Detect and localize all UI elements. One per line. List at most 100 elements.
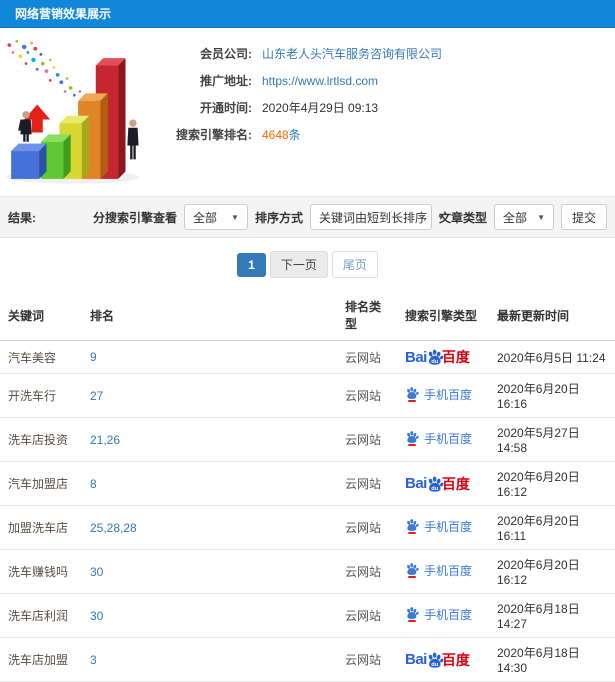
baidu-cn-text: 百度 xyxy=(441,651,470,668)
promo-url-link[interactable]: https://www.lrtlsd.com xyxy=(262,74,378,88)
baidu-cn-text: 百度 xyxy=(441,349,470,365)
engine-cell: Baidu百度 手机百度 xyxy=(397,340,489,374)
businessman-icon xyxy=(127,119,139,160)
pagination: 1 下一页 尾页 xyxy=(0,238,615,290)
baidu-mobile-logo: 手机百度 xyxy=(405,606,472,623)
table-header-row: 关键词 排名 排名类型 搜索引擎类型 最新更新时间 xyxy=(0,290,615,341)
table-row: 加盟洗车店 25,28,28 云网站 Baidu百度 手机百度 2020年6月2… xyxy=(0,505,615,550)
engine-cell: Baidu百度 手机百度 xyxy=(397,505,489,550)
rank-link[interactable]: 9 xyxy=(90,350,97,364)
submit-button[interactable]: 提交 xyxy=(560,204,607,230)
keyword-cell: 加盟洗车店 xyxy=(0,505,82,550)
rank-type-cell: 云网站 xyxy=(337,340,397,374)
results-table-body: 汽车美容 9 云网站 Baidu百度 手机百度 2020年6月5日 11:24 … xyxy=(0,340,615,682)
promo-url-label: 推广地址: xyxy=(200,74,252,88)
company-link[interactable]: 山东老人头汽车服务咨询有限公司 xyxy=(262,45,442,62)
bar-chart-growth-image xyxy=(5,39,140,184)
baidu-paw-icon xyxy=(405,562,419,576)
baidu-red-bar xyxy=(408,400,416,403)
baidu-cn-text: 百度 xyxy=(441,475,470,492)
rank-type-cell: 云网站 xyxy=(337,549,397,594)
result-label: 结果: xyxy=(8,210,36,225)
sort-filter-label: 排序方式 xyxy=(254,210,303,225)
page-title: 网络营销效果展示 xyxy=(0,0,615,28)
article-type-label: 文章类型 xyxy=(438,210,487,225)
updated-cell: 2020年6月20日 16:11 xyxy=(489,505,615,550)
engine-cell: Baidu百度 手机百度 xyxy=(397,417,489,462)
baidu-red-bar xyxy=(408,576,416,579)
table-row: 洗车赚钱吗 30 云网站 Baidu百度 手机百度 2020年6月20日 16:… xyxy=(0,549,615,594)
table-row: 洗车店投资 21,26 云网站 Baidu百度 手机百度 2020年5月27日 … xyxy=(0,417,615,462)
baidu-mobile-label: 手机百度 xyxy=(424,387,473,402)
baidu-mobile-label: 手机百度 xyxy=(424,607,473,622)
search-engine-logo: Baidu百度 手机百度 xyxy=(405,562,472,579)
search-engine-logo: Baidu百度 手机百度 xyxy=(405,606,472,623)
rank-link[interactable]: 21,26 xyxy=(90,433,120,447)
baidu-red-bar xyxy=(408,532,416,535)
rank-link[interactable]: 8 xyxy=(90,477,97,491)
rank-cell: 9 xyxy=(82,340,337,374)
info-row-url: 推广地址: https://www.lrtlsd.com xyxy=(172,67,615,94)
baidu-mobile-logo: 手机百度 xyxy=(405,562,472,579)
rank-link[interactable]: 30 xyxy=(90,609,103,623)
search-engine-logo: Baidu百度 手机百度 xyxy=(405,650,470,670)
rank-link[interactable]: 3 xyxy=(90,653,97,667)
next-page-button[interactable]: 下一页 xyxy=(269,251,328,278)
baidu-pc-logo: Bai du 百度 xyxy=(405,650,470,670)
rank-type-cell: 云网站 xyxy=(337,637,397,682)
search-engine-logo: Baidu百度 手机百度 xyxy=(405,518,472,535)
article-type-select[interactable]: 全部 ▼ xyxy=(493,204,554,230)
bar-blue xyxy=(11,143,47,179)
keyword-cell: 洗车店投资 xyxy=(0,417,82,462)
rank-cell: 25,28,28 xyxy=(82,505,337,550)
rank-type-cell: 云网站 xyxy=(337,417,397,462)
baidu-paw-icon xyxy=(405,518,419,532)
rank-type-cell: 云网站 xyxy=(337,505,397,550)
baidu-mobile-logo: 手机百度 xyxy=(405,430,472,447)
company-label: 会员公司: xyxy=(200,47,252,61)
baidu-mobile-label: 手机百度 xyxy=(424,431,473,446)
rank-type-cell: 云网站 xyxy=(337,593,397,638)
page-button-current[interactable]: 1 xyxy=(237,252,266,277)
last-page-button[interactable]: 尾页 xyxy=(331,251,378,278)
filter-bar: 结果: 分搜索引擎查看 全部 ▼ 排序方式 关键词由短到长排序 ▼ 文章类型 全… xyxy=(0,196,615,238)
keyword-cell: 洗车店加盟 xyxy=(0,637,82,682)
updated-cell: 2020年6月18日 14:30 xyxy=(489,637,615,682)
header-engine-type: 搜索引擎类型 xyxy=(397,290,489,341)
baidu-paw-icon xyxy=(405,386,419,400)
engine-cell: Baidu百度 手机百度 xyxy=(397,461,489,506)
rank-link[interactable]: 27 xyxy=(90,389,103,403)
rank-cell: 21,26 xyxy=(82,417,337,462)
baidu-paw-icon xyxy=(405,606,419,620)
header-updated: 最新更新时间 xyxy=(489,290,615,341)
updated-cell: 2020年6月20日 16:16 xyxy=(489,373,615,418)
rank-cell: 30 xyxy=(82,593,337,638)
search-engine-logo: Baidu百度 手机百度 xyxy=(405,474,470,494)
engine-cell: Baidu百度 手机百度 xyxy=(397,373,489,418)
baidu-mobile-logo: 手机百度 xyxy=(405,518,472,535)
rank-cell: 30 xyxy=(82,549,337,594)
table-row: 洗车店加盟 3 云网站 Baidu百度 手机百度 2020年6月18日 14:3… xyxy=(0,637,615,682)
summary-section: 会员公司: 山东老人头汽车服务咨询有限公司 推广地址: https://www.… xyxy=(0,28,615,192)
rank-count-value: 4648 xyxy=(262,128,289,142)
rank-count-label: 搜索引擎排名: xyxy=(176,128,252,142)
engine-filter-label: 分搜索引擎查看 xyxy=(92,210,177,225)
rank-link[interactable]: 30 xyxy=(90,565,103,579)
rank-type-cell: 云网站 xyxy=(337,461,397,506)
baidu-mobile-label: 手机百度 xyxy=(424,519,473,534)
updated-cell: 2020年6月20日 16:12 xyxy=(489,549,615,594)
baidu-pc-logo: Bai du 百度 xyxy=(405,347,470,367)
engine-cell: Baidu百度 手机百度 xyxy=(397,593,489,638)
sort-filter-select[interactable]: 关键词由短到长排序 ▼ xyxy=(309,204,445,230)
svg-text:du: du xyxy=(431,485,439,491)
header-rank: 排名 xyxy=(82,290,337,341)
rank-cell: 3 xyxy=(82,637,337,682)
search-engine-logo: Baidu百度 手机百度 xyxy=(405,430,472,447)
baidu-bai-text: Bai xyxy=(405,651,427,668)
baidu-mobile-logo: 手机百度 xyxy=(405,386,472,403)
rank-link[interactable]: 25,28,28 xyxy=(90,521,137,535)
engine-filter-select[interactable]: 全部 ▼ xyxy=(183,204,248,230)
keyword-cell: 开洗车行 xyxy=(0,373,82,418)
header-keyword: 关键词 xyxy=(0,290,82,341)
table-row: 汽车加盟店 8 云网站 Baidu百度 手机百度 2020年6月20日 16:1… xyxy=(0,461,615,506)
